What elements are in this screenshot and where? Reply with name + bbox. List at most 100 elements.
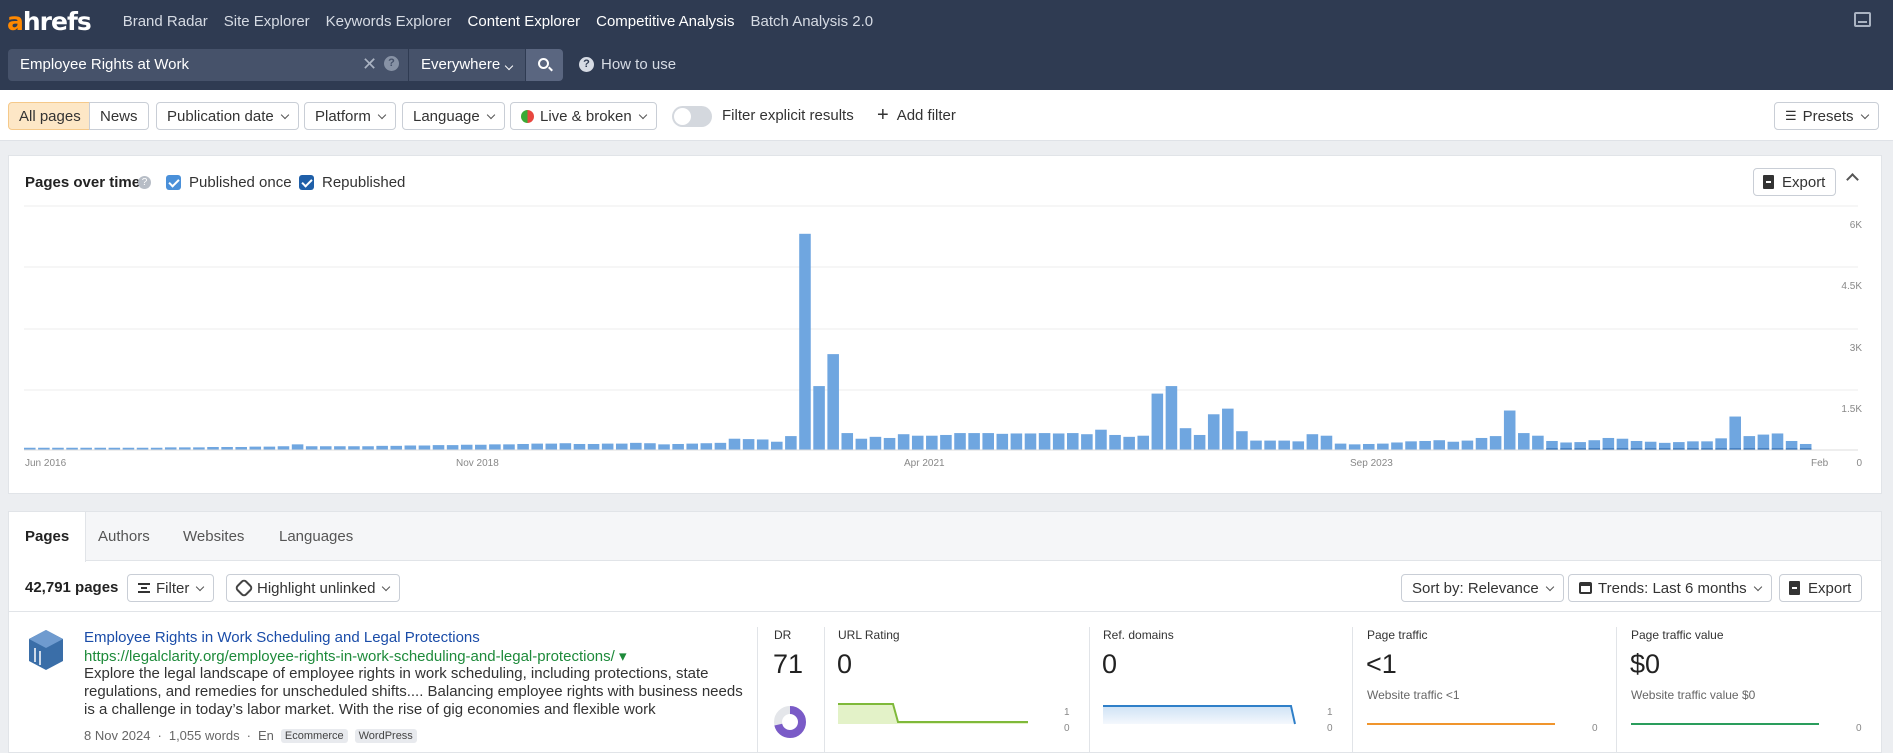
- bar-published-once: [503, 444, 515, 450]
- result-description: Explore the legal landscape of employee …: [84, 665, 743, 718]
- bar-published-once: [1489, 436, 1502, 450]
- bar-published-once: [1715, 438, 1727, 450]
- url-rating-axis-min: 0: [1064, 723, 1070, 734]
- ref-domains-axis-min: 0: [1327, 723, 1333, 734]
- bar-published-once: [249, 446, 262, 450]
- filter-dropdown[interactable]: Filter: [127, 574, 215, 602]
- trends-dropdown[interactable]: Trends: Last 6 months: [1568, 574, 1772, 602]
- bar-published-once: [785, 436, 797, 450]
- bar-published-once: [1123, 436, 1135, 450]
- bar-published-once: [1602, 437, 1615, 450]
- bar-published-once: [714, 442, 727, 450]
- y-tick-label: 6K: [1850, 220, 1863, 231]
- bar-published-once: [1250, 440, 1262, 450]
- bar-published-once: [1503, 410, 1516, 450]
- bar-published-once: [1419, 440, 1431, 450]
- bar-published-once: [658, 444, 670, 450]
- divider: [9, 611, 1881, 612]
- bar-published-once: [855, 438, 868, 450]
- url-rating-value: 0: [837, 649, 853, 679]
- results-tabs: Pages Authors Websites Languages: [9, 512, 1881, 562]
- highlight-label: Highlight unlinked: [257, 579, 376, 597]
- bar-published-once: [827, 354, 839, 450]
- bar-published-once: [559, 443, 572, 450]
- bar-published-once: [911, 435, 924, 450]
- bar-published-once: [319, 446, 332, 450]
- bar-published-once: [376, 445, 388, 450]
- bar-published-once: [799, 233, 811, 450]
- result-url-link[interactable]: https://legalclarity.org/employee-rights…: [84, 647, 627, 665]
- bar-published-once: [672, 443, 684, 450]
- export-icon: [1789, 581, 1800, 595]
- tab-pages[interactable]: Pages: [9, 512, 87, 562]
- page-traffic-sparkline: [1367, 723, 1555, 725]
- bar-published-once: [432, 445, 445, 450]
- page-traffic-value: <1: [1366, 649, 1397, 679]
- bar-published-once: [1362, 443, 1375, 450]
- y-tick-label: 0: [1856, 458, 1862, 469]
- url-rating-axis-max: 1: [1064, 707, 1070, 718]
- chevron-down-icon: [382, 582, 391, 591]
- bar-published-once: [1109, 434, 1121, 450]
- chevron-down-icon: [1545, 582, 1554, 591]
- bar-published-once: [996, 433, 1009, 450]
- bar-published-once: [460, 444, 473, 450]
- bar-published-once: [1475, 437, 1488, 450]
- bar-published-once: [587, 443, 600, 450]
- result-date: 8 Nov 2024: [84, 728, 151, 743]
- calendar-icon: [1579, 582, 1592, 594]
- bar-published-once: [1151, 393, 1164, 450]
- bar-published-once: [1024, 433, 1037, 450]
- pages-over-time-chart: 6K 4.5K 3K 1.5K 0 Jun 2016 Nov 2018 Apr 2021 Sep…: [24, 205, 1863, 469]
- bar-published-once: [1757, 434, 1770, 450]
- bar-published-once: [756, 439, 769, 450]
- bar-published-once: [263, 446, 276, 450]
- ref-domains-axis-max: 1: [1327, 707, 1333, 718]
- bar-published-once: [926, 435, 938, 450]
- bar-published-once: [1264, 440, 1276, 450]
- website-traffic-value: Website traffic value $0: [1631, 688, 1756, 702]
- result-title-link[interactable]: Employee Rights in Work Scheduling and L…: [84, 629, 480, 646]
- y-tick-label: 3K: [1850, 343, 1863, 354]
- tab-authors[interactable]: Authors: [82, 512, 166, 561]
- tag-ecommerce[interactable]: Ecommerce: [280, 728, 348, 743]
- filter-label: Filter: [156, 579, 190, 597]
- y-tick-label: 1.5K: [1841, 404, 1862, 415]
- bar-published-once: [1193, 434, 1206, 450]
- sort-dropdown[interactable]: Sort by: Relevance: [1401, 574, 1564, 602]
- bar-published-once: [601, 443, 614, 450]
- highlight-unlinked-dropdown[interactable]: Highlight unlinked: [226, 574, 401, 602]
- result-words: 1,055 words: [168, 728, 240, 743]
- bar-published-once: [1292, 441, 1305, 450]
- bar-published-once: [1743, 436, 1756, 450]
- y-tick-label: 4.5K: [1841, 281, 1862, 292]
- bar-published-once: [1066, 433, 1079, 450]
- bar-published-once: [700, 443, 713, 450]
- book-icon: [29, 630, 63, 670]
- bar-published-once: [869, 436, 882, 450]
- bar-published-once: [841, 433, 854, 450]
- bar-published-once: [813, 386, 825, 450]
- bar-published-once: [305, 446, 318, 450]
- website-traffic: Website traffic <1: [1367, 688, 1460, 702]
- dr-donut: [774, 706, 806, 738]
- tab-languages[interactable]: Languages: [263, 512, 369, 561]
- bar-published-once: [1095, 429, 1107, 450]
- x-tick-label: Nov 2018: [456, 458, 499, 469]
- bar-published-once: [1348, 444, 1361, 450]
- sort-label: Sort by: Relevance: [1412, 579, 1539, 597]
- column-divider: [757, 627, 758, 752]
- column-divider: [824, 627, 825, 752]
- page-traffic-value-amount: $0: [1630, 649, 1661, 679]
- bar-published-once: [418, 445, 431, 450]
- column-divider: [1352, 627, 1353, 752]
- ref-domains-value: 0: [1102, 649, 1118, 679]
- x-tick-label: Sep 2023: [1350, 458, 1393, 469]
- tab-websites[interactable]: Websites: [167, 512, 260, 561]
- x-tick-label: Feb: [1811, 458, 1829, 469]
- bar-published-once: [686, 443, 698, 450]
- bar-published-once: [897, 434, 910, 450]
- tag-wordpress[interactable]: WordPress: [354, 728, 417, 743]
- bar-published-once: [940, 434, 952, 450]
- results-export-button[interactable]: Export: [1779, 574, 1863, 602]
